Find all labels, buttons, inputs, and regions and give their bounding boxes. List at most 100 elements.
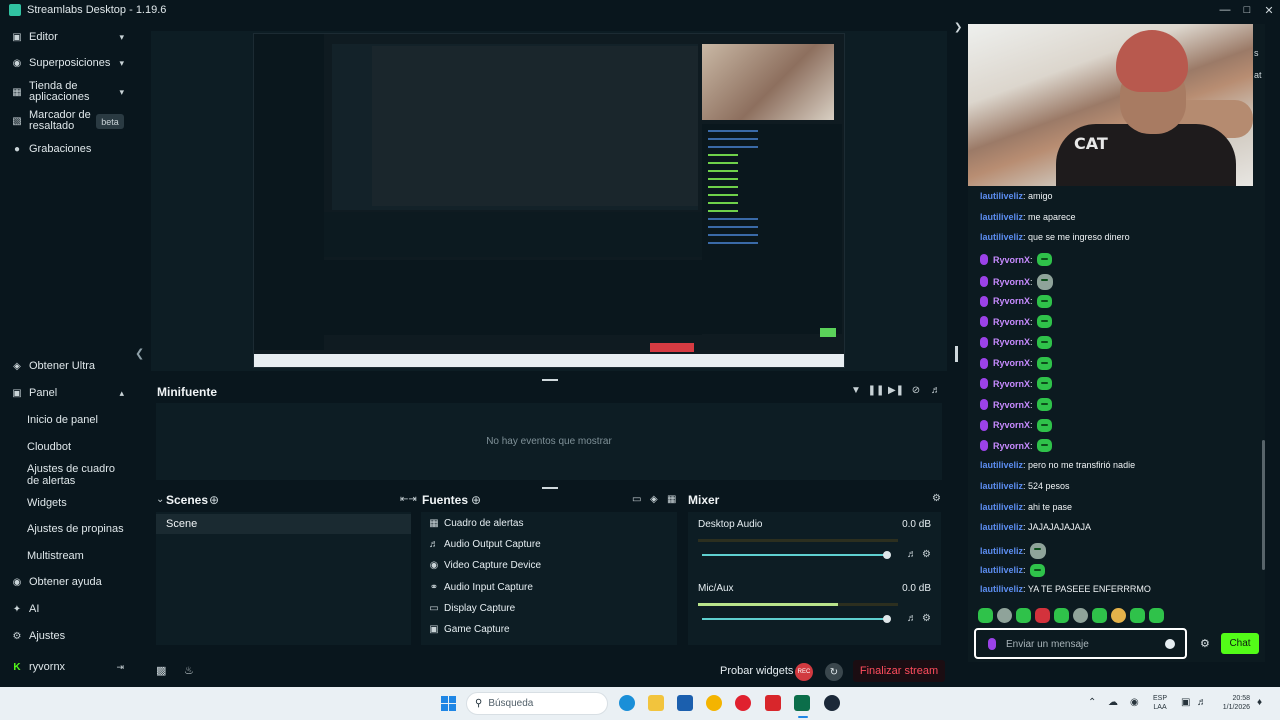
sidebar-item-overlays[interactable]: ◉ Superposiciones ▾ [0, 56, 134, 70]
volume-slider[interactable] [702, 554, 886, 556]
sidebar-item-get-ultra[interactable]: ◈ Obtener Ultra [0, 359, 134, 373]
chat-username[interactable]: RyvornX [993, 296, 1030, 306]
sidebar-item-recordings[interactable]: ● Grabaciones [0, 142, 134, 156]
opera-icon[interactable] [735, 695, 751, 711]
steam-icon[interactable] [824, 695, 840, 711]
chat-username[interactable]: RyvornX [993, 358, 1030, 368]
volume-slider-thumb[interactable] [883, 551, 891, 559]
sidebar-item-ai[interactable]: ✦ AI [0, 602, 134, 616]
filter-icon[interactable]: ▼ [850, 384, 862, 396]
group-icon[interactable]: ◈ [650, 494, 658, 505]
chat-username[interactable]: RyvornX [993, 255, 1030, 265]
chat-username[interactable]: lautiliveliz [980, 460, 1023, 470]
source-item[interactable]: ◉ Video Capture Device [428, 556, 541, 574]
mute-alerts-icon[interactable]: ⊘ [910, 384, 922, 396]
chat-username[interactable]: RyvornX [993, 420, 1030, 430]
volume-slider[interactable] [702, 618, 886, 620]
sidebar-item-get-help[interactable]: ◉ Obtener ayuda [0, 575, 134, 589]
scene-transitions-icon[interactable]: ⇤⇥ [400, 494, 417, 505]
emote-icon[interactable] [1111, 608, 1126, 623]
clock[interactable]: 20:58 1/1/2026 [1218, 694, 1250, 712]
notifications-icon[interactable]: ♨ [184, 664, 194, 677]
channel-settings-icon[interactable]: ⚙ [922, 549, 931, 560]
mute-icon[interactable]: ♬ [907, 613, 917, 624]
sidebar-sub-dashboard-home[interactable]: Inicio de panel [27, 414, 98, 426]
replay-buffer-icon[interactable]: ↻ [825, 663, 843, 681]
chat-username[interactable]: lautiliveliz [980, 481, 1023, 491]
mixer-settings-icon[interactable]: ⚙ [932, 493, 941, 504]
tray-chevron-up-icon[interactable]: ⌃ [1088, 697, 1096, 708]
chat-username[interactable]: lautiliveliz [980, 546, 1023, 556]
chat-username[interactable]: RyvornX [993, 317, 1030, 327]
chat-username[interactable]: lautiliveliz [980, 584, 1023, 594]
taskbar-search[interactable]: ⚲ Búsqueda [466, 692, 608, 715]
emote-icon[interactable] [1092, 608, 1107, 623]
chat-username[interactable]: lautiliveliz [980, 502, 1023, 512]
chevron-down-icon[interactable]: ▾ [119, 87, 124, 98]
sidebar-item-settings[interactable]: ⚙ Ajustes [0, 629, 134, 643]
volume-icon[interactable]: ♬ [1197, 697, 1207, 708]
store-icon[interactable] [677, 695, 693, 711]
sidebar-sub-multistream[interactable]: Multistream [27, 550, 84, 562]
scene-item[interactable]: Scene [156, 514, 411, 534]
chrome-icon[interactable] [706, 695, 722, 711]
preview-resize-handle[interactable] [955, 346, 958, 362]
cloud-icon[interactable]: ☁ [1108, 697, 1118, 708]
close-icon[interactable]: ✕ [1258, 0, 1280, 20]
chevron-up-icon[interactable]: ▴ [119, 388, 124, 399]
emote-icon[interactable] [1073, 608, 1088, 623]
file-explorer-icon[interactable] [648, 695, 664, 711]
chat-username[interactable]: lautiliveliz [980, 212, 1023, 222]
sidebar-sub-tips-settings[interactable]: Ajustes de propinas [27, 523, 124, 535]
sidebar-sub-widgets[interactable]: Widgets [27, 497, 67, 509]
source-item[interactable]: ▦ Cuadro de alertas [428, 514, 523, 532]
record-button[interactable]: REC [795, 663, 813, 681]
pause-icon[interactable]: ❚❚ [868, 384, 885, 396]
emote-icon[interactable] [1016, 608, 1031, 623]
chat-scrollbar[interactable] [1262, 440, 1265, 570]
dock-resize-grip[interactable] [542, 487, 558, 489]
chevron-down-icon[interactable]: ▾ [119, 58, 124, 69]
notification-bell-icon[interactable]: ♦ [1257, 697, 1262, 708]
source-item[interactable]: ⚭ Audio Input Capture [428, 578, 533, 596]
chat-username[interactable]: RyvornX [993, 277, 1030, 287]
windows-start-icon[interactable] [441, 696, 456, 711]
network-icon[interactable]: ▣ [1181, 697, 1190, 708]
source-properties-icon[interactable]: ▦ [667, 494, 676, 505]
volume-icon[interactable]: ♬ [930, 384, 942, 396]
chat-input-box[interactable] [974, 628, 1187, 659]
add-source-icon[interactable]: ⊕ [471, 493, 481, 507]
emoji-picker-icon[interactable] [1165, 639, 1175, 649]
source-item[interactable]: ▣ Game Capture [428, 620, 509, 638]
minimize-icon[interactable]: — [1214, 0, 1236, 20]
mute-icon[interactable]: ♬ [907, 549, 917, 560]
end-stream-button[interactable]: Finalizar stream [853, 660, 945, 682]
chat-username[interactable]: RyvornX [993, 441, 1030, 451]
skip-icon[interactable]: ▶❚ [888, 384, 904, 396]
sidebar-sub-alert-box-settings[interactable]: Ajustes de cuadro de alertas [27, 463, 119, 487]
chat-username[interactable]: lautiliveliz [980, 191, 1023, 201]
chat-send-button[interactable]: Chat [1221, 633, 1259, 654]
emote-icon[interactable] [1149, 608, 1164, 623]
edge-browser-icon[interactable] [619, 695, 635, 711]
source-item[interactable]: ♬ Audio Output Capture [428, 535, 541, 553]
language-indicator[interactable]: ESP LAA [1153, 694, 1167, 712]
streamlabs-icon[interactable] [794, 695, 810, 711]
chat-input[interactable] [1006, 636, 1156, 652]
volume-slider-thumb[interactable] [883, 615, 891, 623]
collapse-sidebar-icon[interactable]: ❮ [135, 347, 144, 360]
source-item[interactable]: ▭ Display Capture [428, 599, 515, 617]
chat-settings-icon[interactable]: ⚙ [1200, 637, 1210, 650]
channel-settings-icon[interactable]: ⚙ [922, 613, 931, 624]
add-scene-icon[interactable]: ⊕ [209, 493, 219, 507]
chat-username[interactable]: lautiliveliz [980, 522, 1023, 532]
logout-icon[interactable]: ⇥ [116, 662, 124, 673]
maximize-icon[interactable]: □ [1236, 0, 1258, 20]
sidebar-sub-cloudbot[interactable]: Cloudbot [27, 441, 71, 453]
wps-office-icon[interactable] [765, 695, 781, 711]
chat-username[interactable]: RyvornX [993, 400, 1030, 410]
emote-icon[interactable] [1035, 608, 1050, 623]
tray-app-icon[interactable]: ◉ [1130, 697, 1139, 708]
sidebar-item-editor[interactable]: ▣ Editor ▾ [0, 30, 134, 44]
sidebar-item-app-store[interactable]: ▦ Tienda de aplicaciones ▾ [0, 79, 134, 105]
